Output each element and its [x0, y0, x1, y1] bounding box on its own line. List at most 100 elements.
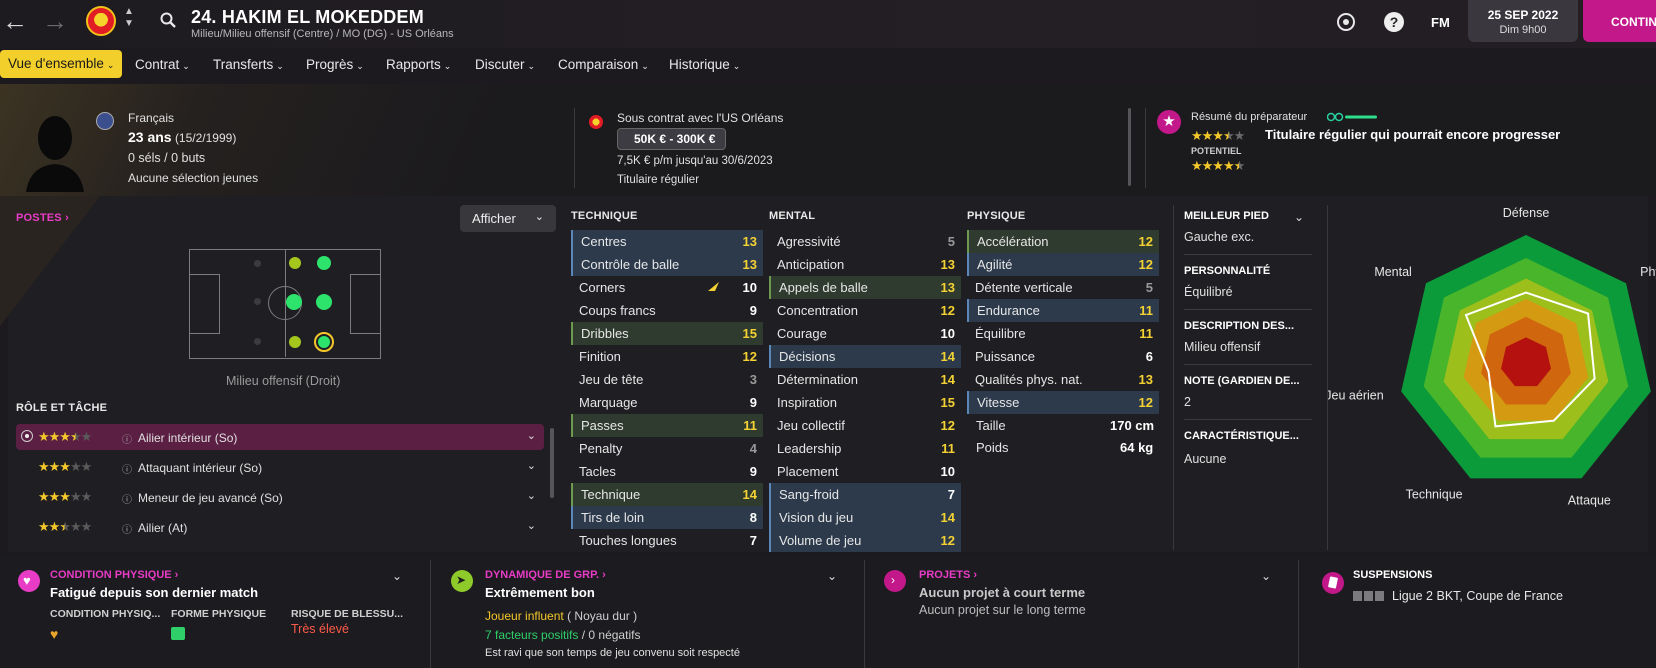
- attribute-row[interactable]: Endurance 11: [967, 299, 1159, 322]
- player-silhouette-icon: [26, 116, 84, 192]
- attribute-row[interactable]: Équilibre 11: [967, 322, 1159, 345]
- info-icon[interactable]: ⓘ: [122, 461, 132, 476]
- attribute-row[interactable]: Anticipation 13: [769, 253, 961, 276]
- chevron-down-icon[interactable]: ⌄: [827, 569, 837, 583]
- technique-title: TECHNIQUE: [571, 210, 638, 222]
- forward-arrow-icon[interactable]: →: [42, 8, 68, 34]
- search-icon[interactable]: [160, 12, 176, 28]
- attribute-row[interactable]: Vision du jeu 14: [769, 506, 961, 529]
- fm-menu-button[interactable]: FM: [1431, 15, 1450, 30]
- attribute-row[interactable]: Tacles 9: [571, 460, 763, 483]
- attribute-name: Penalty: [579, 441, 623, 456]
- squad-status: Titulaire régulier: [617, 174, 700, 186]
- attribute-row[interactable]: Volume de jeu 12: [769, 529, 961, 552]
- attribute-row[interactable]: Dribbles 15: [571, 322, 763, 345]
- attribute-row[interactable]: Finition 12: [571, 345, 763, 368]
- attribute-row[interactable]: Passes 11: [571, 414, 763, 437]
- date-box[interactable]: 25 SEP 2022 Dim 9h00: [1468, 0, 1578, 42]
- position-dot-accomplished[interactable]: [289, 336, 301, 348]
- attribute-value: 14: [940, 372, 955, 387]
- radio-selected-icon[interactable]: [21, 430, 33, 442]
- attribute-row[interactable]: Qualités phys. nat. 13: [967, 368, 1159, 391]
- attribute-row[interactable]: Corners 10: [571, 276, 763, 299]
- projects-title[interactable]: PROJETS ›: [919, 569, 977, 581]
- injury-risk-value: Très élevé: [291, 622, 349, 636]
- chevron-down-icon[interactable]: ⌄: [1294, 210, 1304, 224]
- attribute-row[interactable]: Contrôle de balle 13: [571, 253, 763, 276]
- tab-transfers[interactable]: Transferts ⌄: [213, 50, 284, 78]
- player-cycle-icon[interactable]: ▲ ▼: [124, 6, 134, 30]
- back-arrow-icon[interactable]: ←: [2, 8, 28, 34]
- attribute-row[interactable]: Vitesse 12: [967, 391, 1159, 414]
- roles-scrollbar[interactable]: [550, 428, 554, 498]
- tab-discuss[interactable]: Discuter ⌄: [475, 50, 535, 78]
- role-label: Attaquant intérieur (So): [138, 461, 263, 475]
- chevron-down-icon[interactable]: ⌄: [527, 459, 536, 472]
- attribute-row[interactable]: Détermination 14: [769, 368, 961, 391]
- attribute-row[interactable]: Coups francs 9: [571, 299, 763, 322]
- attribute-name: Décisions: [779, 349, 836, 364]
- attribute-row[interactable]: Placement 10: [769, 460, 961, 483]
- role-row[interactable]: ★★★★★ ⓘ Ailier (At) ⌄: [16, 514, 544, 540]
- position-dot-selected[interactable]: [314, 332, 334, 352]
- attribute-row[interactable]: Courage 10: [769, 322, 961, 345]
- attribute-row[interactable]: Tirs de loin 8: [571, 506, 763, 529]
- tab-contract[interactable]: Contrat ⌄: [135, 50, 190, 78]
- attribute-row[interactable]: Puissance 6: [967, 345, 1159, 368]
- description-value: Milieu offensif: [1184, 340, 1261, 354]
- condition-title[interactable]: CONDITION PHYSIQUE ›: [50, 569, 178, 581]
- position-dot-natural[interactable]: [316, 294, 332, 310]
- attribute-row[interactable]: Touches longues 7: [571, 529, 763, 552]
- ball-icon[interactable]: [1336, 12, 1356, 32]
- chevron-down-icon[interactable]: ⌄: [392, 569, 402, 583]
- position-dot-natural[interactable]: [286, 294, 302, 310]
- attribute-row[interactable]: Décisions 14: [769, 345, 961, 368]
- positive-factors[interactable]: 7 facteurs positifs: [485, 628, 578, 642]
- attribute-row[interactable]: Agilité 12: [967, 253, 1159, 276]
- foot-value: Gauche exc.: [1184, 230, 1255, 244]
- factors-separator: /: [581, 628, 586, 642]
- attribute-row[interactable]: Leadership 11: [769, 437, 961, 460]
- chevron-down-icon[interactable]: ⌄: [527, 429, 536, 442]
- position-dot-natural[interactable]: [317, 256, 331, 270]
- chevron-down-icon[interactable]: ⌄: [1261, 569, 1271, 583]
- attribute-row[interactable]: Penalty 4: [571, 437, 763, 460]
- chevron-down-icon[interactable]: ⌄: [527, 519, 536, 532]
- attribute-row[interactable]: Inspiration 15: [769, 391, 961, 414]
- attribute-row[interactable]: Détente verticale 5: [967, 276, 1159, 299]
- club-crest-icon[interactable]: [86, 6, 116, 36]
- nationality: Français: [128, 111, 175, 125]
- tab-overview[interactable]: Vue d'ensemble ⌄: [0, 50, 123, 78]
- role-row[interactable]: ★★★★★ ⓘ Ailier intérieur (So) ⌄: [16, 424, 544, 450]
- attribute-row[interactable]: Marquage 9: [571, 391, 763, 414]
- positions-title[interactable]: POSTES ›: [16, 212, 69, 224]
- attribute-row[interactable]: Sang-froid 7: [769, 483, 961, 506]
- attribute-row[interactable]: Accélération 12: [967, 230, 1159, 253]
- info-icon[interactable]: ⓘ: [122, 521, 132, 536]
- continue-button[interactable]: CONTIN: [1583, 0, 1656, 42]
- attribute-row[interactable]: Centres 13: [571, 230, 763, 253]
- chevron-down-icon[interactable]: ⌄: [527, 489, 536, 502]
- tab-history[interactable]: Historique ⌄: [669, 50, 740, 78]
- value-tag[interactable]: 50K € - 300K €: [617, 128, 727, 150]
- attribute-row[interactable]: Agressivité 5: [769, 230, 961, 253]
- help-icon[interactable]: ?: [1384, 12, 1404, 32]
- dynamics-title[interactable]: DYNAMIQUE DE GRP. ›: [485, 569, 606, 581]
- scrollbar[interactable]: [1128, 108, 1131, 186]
- positions-title-text: POSTES: [16, 212, 62, 224]
- role-row[interactable]: ★★★★★ ⓘ Attaquant intérieur (So) ⌄: [16, 454, 544, 480]
- info-icon[interactable]: ⓘ: [122, 431, 132, 446]
- position-dot-accomplished[interactable]: [289, 257, 301, 269]
- attribute-row[interactable]: Concentration 12: [769, 299, 961, 322]
- role-row[interactable]: ★★★★★ ⓘ Meneur de jeu avancé (So) ⌄: [16, 484, 544, 510]
- negative-factors[interactable]: 0 négatifs: [588, 628, 640, 642]
- attribute-row[interactable]: Technique 14: [571, 483, 763, 506]
- attribute-row[interactable]: Appels de balle 13: [769, 276, 961, 299]
- attribute-row[interactable]: Jeu collectif 12: [769, 414, 961, 437]
- tab-comparison[interactable]: Comparaison ⌄: [558, 50, 649, 78]
- attribute-row[interactable]: Jeu de tête 3: [571, 368, 763, 391]
- info-icon[interactable]: ⓘ: [122, 491, 132, 506]
- tab-progress[interactable]: Progrès ⌄: [306, 50, 364, 78]
- show-dropdown[interactable]: Afficher ⌄: [460, 205, 556, 232]
- tab-reports[interactable]: Rapports ⌄: [386, 50, 451, 78]
